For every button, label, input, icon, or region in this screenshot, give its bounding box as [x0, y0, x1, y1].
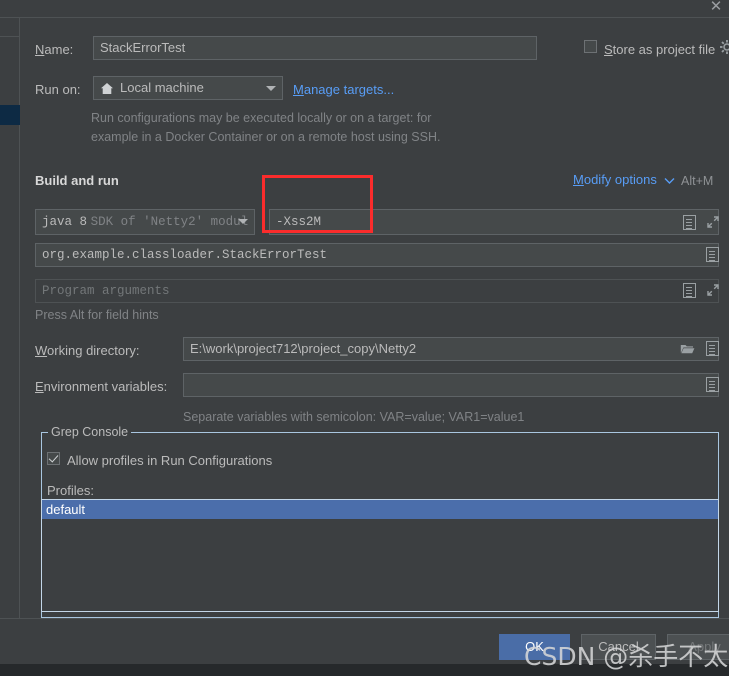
working-directory-input[interactable]: E:\work\project712\project_copy\Netty2 — [183, 337, 719, 361]
expand-icon[interactable] — [706, 215, 720, 229]
run-on-target-value: Local machine — [120, 80, 204, 95]
run-configuration-dialog: ✕ Name: StackErrorTest Store as project … — [0, 0, 729, 676]
name-label: Name: — [35, 42, 73, 58]
allow-profiles-label[interactable]: Allow profiles in Run Configurations — [67, 453, 272, 469]
vm-options-highlight-annotation — [262, 175, 373, 233]
document-list-icon[interactable] — [683, 215, 696, 230]
store-as-project-file-label[interactable]: Store as project file — [604, 42, 715, 58]
store-label-rest: tore as project file — [612, 42, 716, 57]
gear-icon[interactable] — [719, 39, 729, 55]
configurations-sidebar[interactable] — [0, 18, 20, 618]
document-list-icon[interactable] — [706, 341, 719, 356]
name-label-rest: ame: — [44, 42, 74, 57]
chevron-down-icon — [238, 219, 248, 224]
manage-targets-rest: anage targets... — [303, 82, 395, 97]
document-list-icon[interactable] — [683, 283, 696, 298]
jre-select-secondary: SDK of 'Netty2' modul — [90, 215, 249, 229]
document-list-icon[interactable] — [706, 247, 719, 262]
jre-select-value: java 8 — [42, 215, 88, 229]
run-on-target-combo[interactable]: Local machine — [93, 76, 283, 100]
dialog-titlebar: ✕ — [0, 0, 729, 18]
list-item[interactable]: default — [42, 500, 718, 519]
chevron-down-icon — [266, 86, 276, 91]
document-list-icon[interactable] — [706, 377, 719, 392]
working-directory-label: Working directory: — [35, 343, 140, 359]
run-on-description-line-2: example in a Docker Container or on a re… — [91, 130, 441, 144]
store-as-project-file-checkbox[interactable] — [584, 40, 597, 53]
main-class-input[interactable]: org.example.classloader.StackErrorTest — [35, 243, 719, 267]
name-label-mnemonic: N — [35, 42, 45, 57]
profiles-label: Profiles: — [47, 483, 94, 498]
name-input[interactable]: StackErrorTest — [93, 36, 537, 60]
environment-variables-label: Environment variables: — [35, 379, 167, 395]
run-on-label-text: Run on: — [35, 82, 81, 97]
program-arguments-input[interactable]: Program arguments — [35, 279, 719, 303]
environment-variables-rest: nvironment variables: — [43, 379, 168, 394]
manage-targets-link[interactable]: Manage targets... — [293, 82, 394, 98]
environment-variables-mnemonic: E — [35, 379, 44, 394]
close-icon[interactable]: ✕ — [707, 0, 725, 16]
folder-icon[interactable] — [680, 343, 695, 355]
modify-options-shortcut: Alt+M — [681, 174, 714, 188]
environment-variables-hint: Separate variables with semicolon: VAR=v… — [183, 410, 525, 424]
chevron-down-icon[interactable] — [664, 177, 675, 185]
allow-profiles-checkbox[interactable] — [47, 452, 60, 465]
modify-options-rest: odify options — [583, 172, 657, 187]
build-and-run-title: Build and run — [35, 173, 119, 188]
jre-select-combo[interactable]: java 8 SDK of 'Netty2' modul — [35, 209, 255, 235]
home-icon — [101, 83, 113, 94]
manage-targets-mnemonic: M — [293, 82, 304, 97]
profiles-listbox[interactable]: default — [41, 499, 719, 612]
grep-console-title: Grep Console — [48, 425, 132, 439]
sidebar-divider — [0, 36, 20, 37]
dialog-content: Name: StackErrorTest Store as project fi… — [21, 18, 729, 618]
run-on-label: Run on: — [35, 82, 81, 98]
store-label-mnemonic: S — [604, 42, 613, 57]
working-directory-rest: orking directory: — [47, 343, 140, 358]
environment-variables-input[interactable] — [183, 373, 719, 397]
modify-options-link[interactable]: Modify options — [573, 172, 657, 188]
working-directory-mnemonic: W — [35, 343, 48, 358]
expand-icon[interactable] — [706, 283, 720, 297]
run-on-description-line-1: Run configurations may be executed local… — [91, 111, 432, 125]
field-hints-note: Press Alt for field hints — [35, 308, 159, 322]
sidebar-selected-item[interactable] — [0, 105, 20, 125]
modify-options-mnemonic: M — [573, 172, 584, 187]
csdn-watermark: CSDN @杀手不太冷！ — [524, 642, 729, 671]
